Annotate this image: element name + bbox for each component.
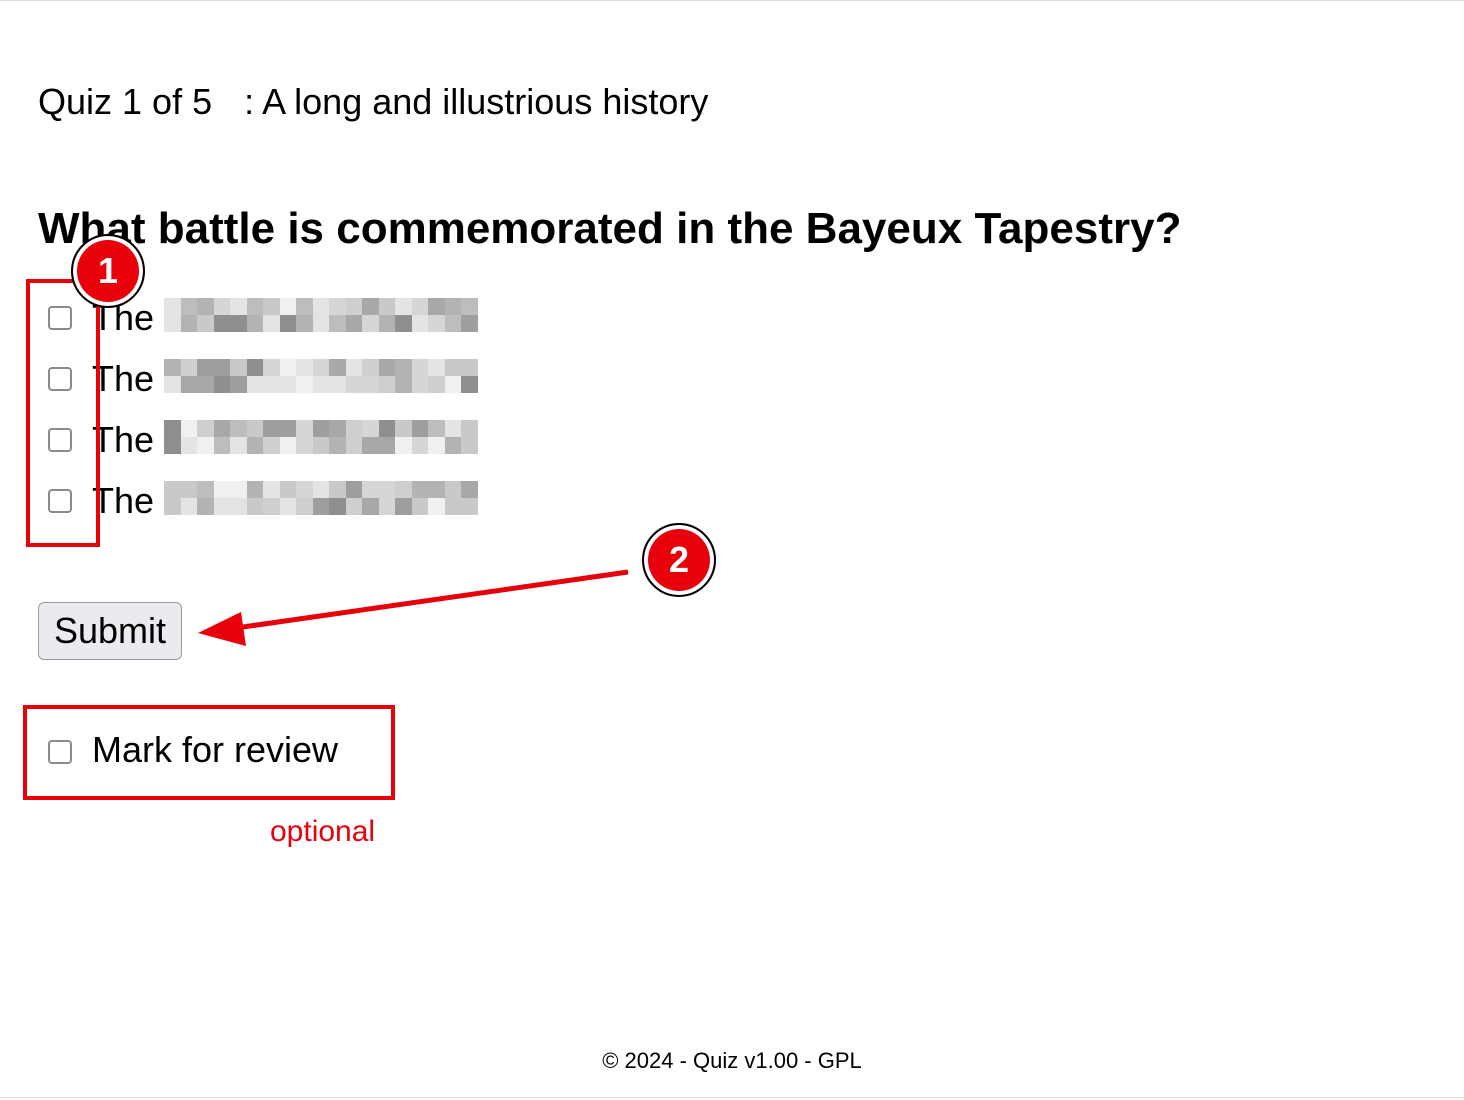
optional-note: optional	[270, 815, 376, 848]
annotation-badge-2: 2	[642, 523, 716, 597]
footer-text: © 2024 - Quiz v1.00 - GPL	[602, 1048, 862, 1073]
bottom-divider	[0, 1097, 1464, 1098]
arrow-head	[198, 612, 246, 646]
arrow-shaft	[235, 569, 629, 631]
annotation-badge-1: 1	[71, 234, 145, 308]
annotation-arrow	[198, 569, 629, 646]
